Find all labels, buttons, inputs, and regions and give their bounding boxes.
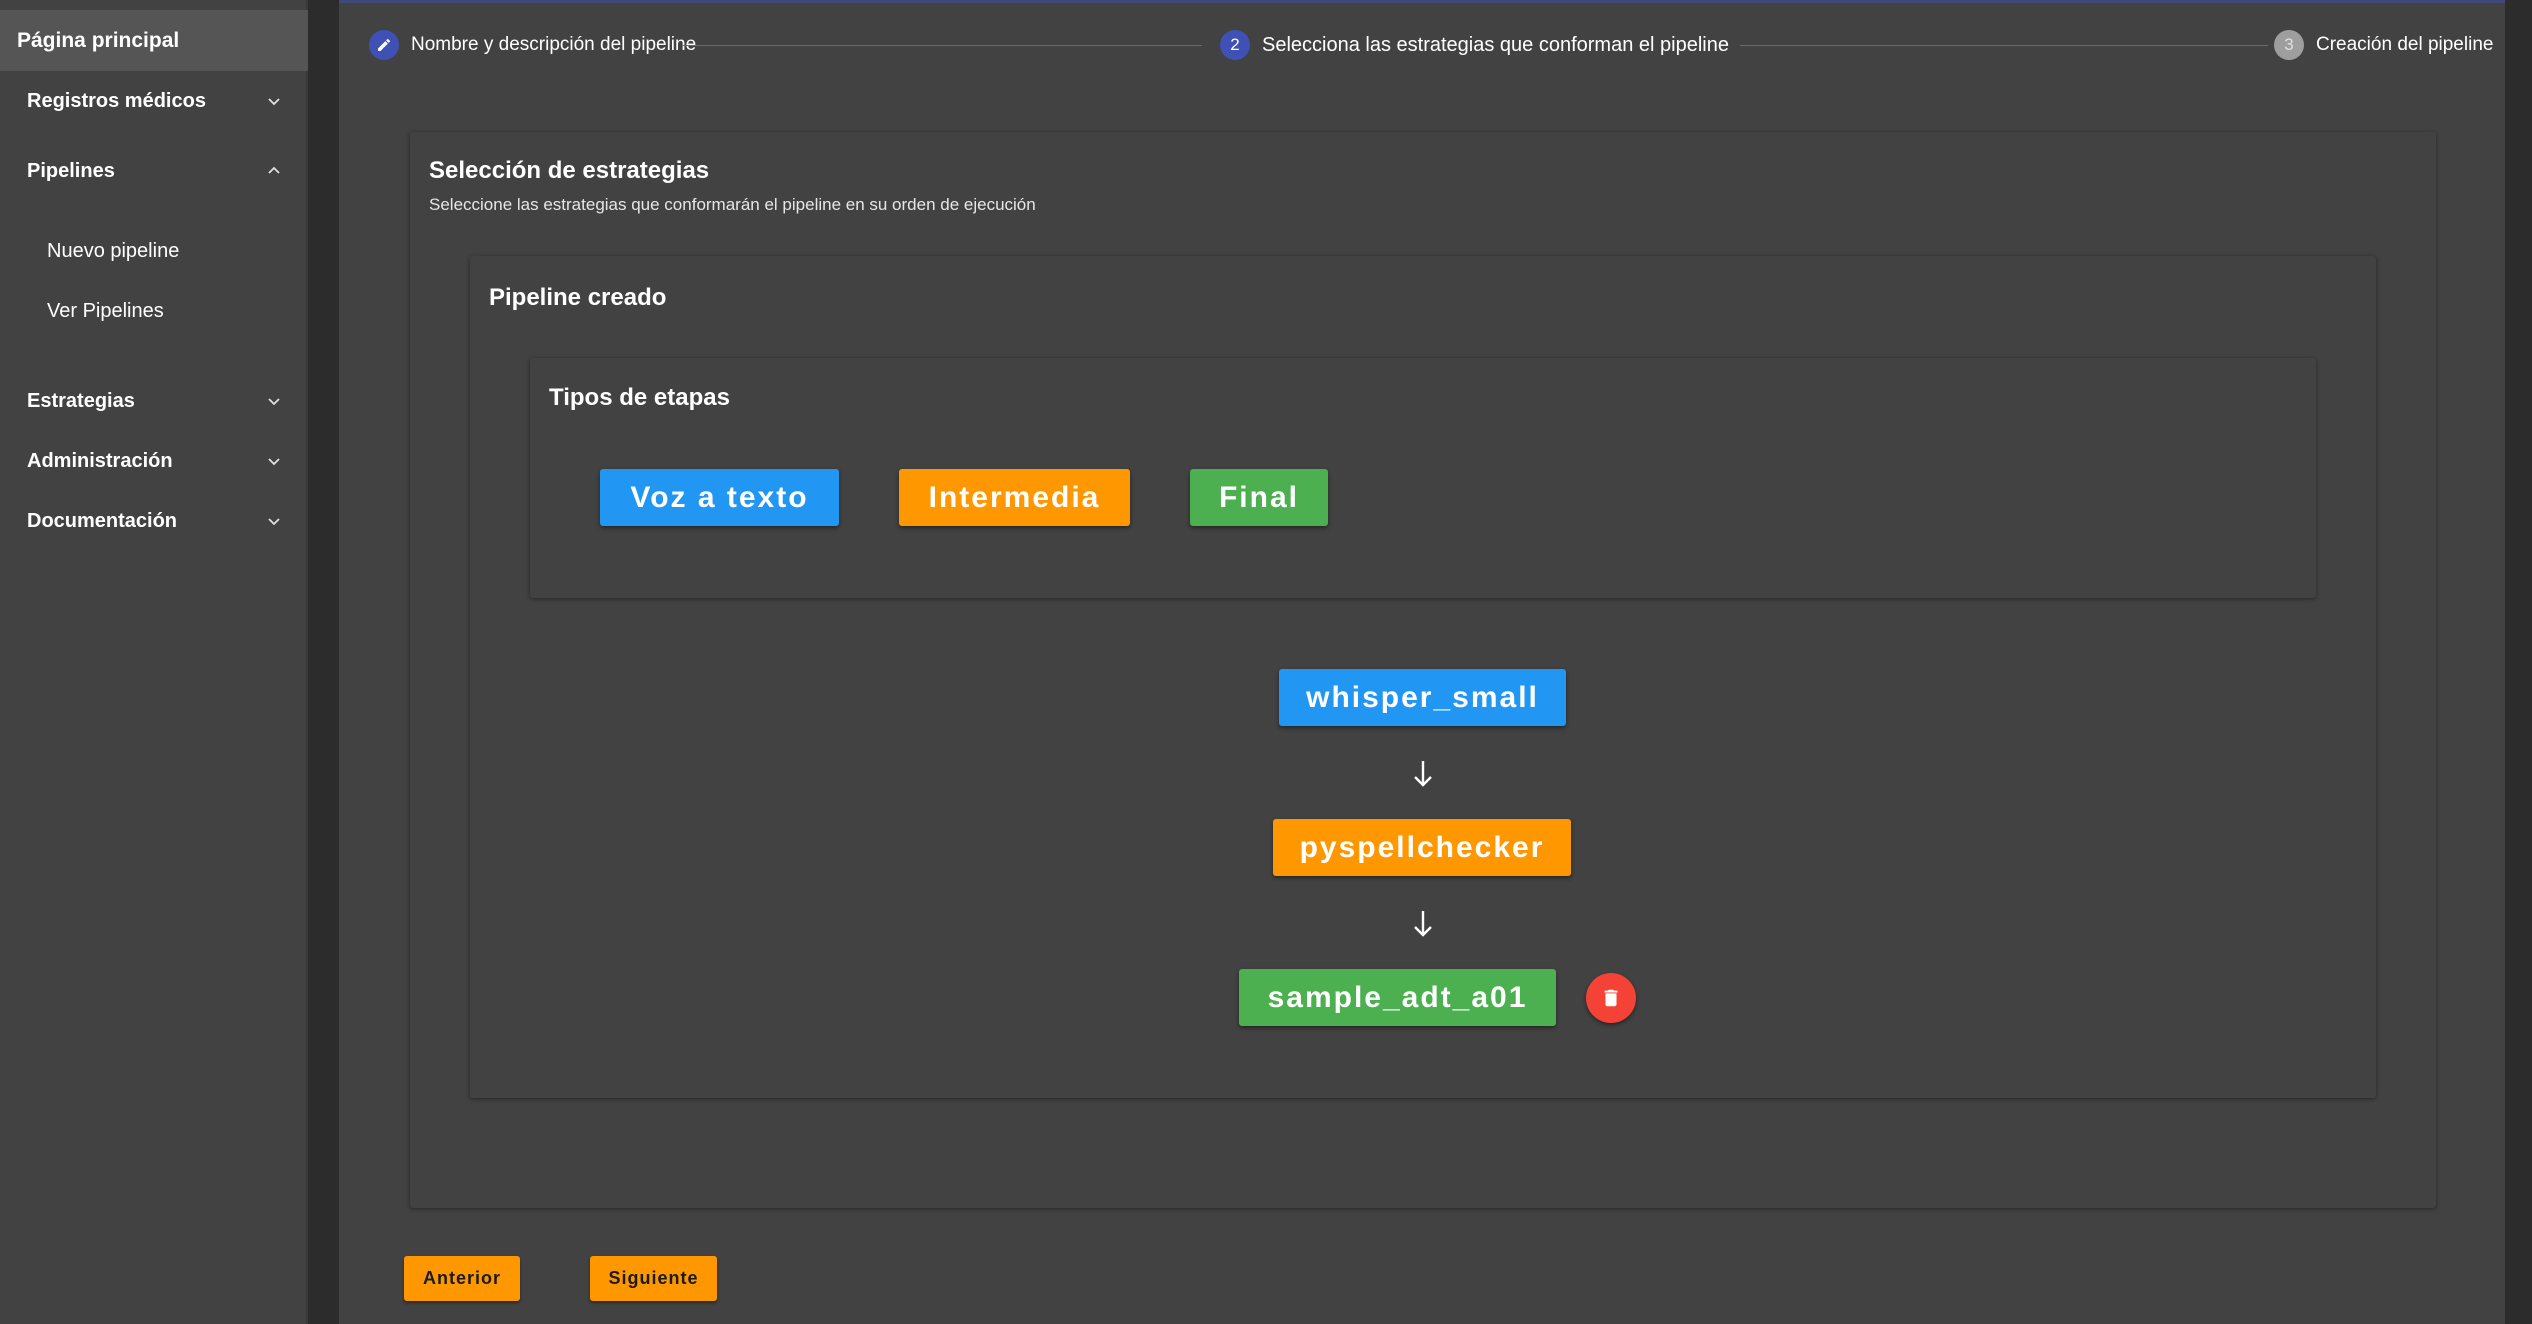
- edit-icon: [369, 30, 399, 60]
- sidebar-item-administracion[interactable]: Administración: [0, 436, 308, 486]
- chevron-down-icon: [268, 398, 280, 406]
- step-connector: [1740, 45, 2268, 46]
- sidebar-item-label: Estrategias: [27, 389, 135, 412]
- page-title: Selección de estrategias: [429, 157, 710, 184]
- step-number: 2: [1220, 30, 1250, 60]
- chevron-down-icon: [268, 458, 280, 466]
- stage-type-final[interactable]: Final: [1190, 469, 1328, 526]
- sidebar-item-estrategias[interactable]: Estrategias: [0, 376, 308, 426]
- page-subtitle: Seleccione las estrategias que conformar…: [429, 195, 1036, 214]
- sidebar-item-pipelines[interactable]: Pipelines: [0, 146, 308, 196]
- step-2[interactable]: 2 Selecciona las estrategias que conform…: [1220, 30, 1729, 60]
- sidebar-home-link[interactable]: Página principal: [0, 10, 308, 71]
- down-arrow-icon: [1414, 911, 1432, 937]
- delete-step-button[interactable]: [1586, 973, 1636, 1023]
- stage-types-title: Tipos de etapas: [549, 384, 730, 411]
- next-button[interactable]: Siguiente: [590, 1256, 717, 1301]
- step-label: Selecciona las estrategias que conforman…: [1262, 33, 1729, 56]
- sidebar-item-registros-medicos[interactable]: Registros médicos: [0, 76, 308, 126]
- sidebar-subitem-nuevo-pipeline[interactable]: Nuevo pipeline: [0, 228, 308, 274]
- pipeline-title: Pipeline creado: [489, 284, 667, 311]
- stage-type-voz-a-texto[interactable]: Voz a texto: [600, 469, 839, 526]
- step-number: 3: [2274, 30, 2304, 60]
- sidebar-subitem-ver-pipelines[interactable]: Ver Pipelines: [0, 288, 308, 334]
- down-arrow-icon: [1414, 761, 1432, 787]
- pipeline-step[interactable]: sample_adt_a01: [1239, 969, 1556, 1026]
- pipeline-step[interactable]: pyspellchecker: [1273, 819, 1571, 876]
- pipeline-step[interactable]: whisper_small: [1279, 669, 1566, 726]
- sidebar-item-label: Pipelines: [27, 159, 115, 182]
- trash-icon: [1604, 989, 1618, 1007]
- top-accent-line: [339, 0, 2505, 3]
- sidebar: Página principal Registros médicos Pipel…: [0, 0, 308, 1324]
- step-1[interactable]: Nombre y descripción del pipeline: [369, 30, 696, 60]
- step-connector: [682, 45, 1202, 46]
- sidebar-item-label: Registros médicos: [27, 89, 206, 112]
- step-3[interactable]: 3 Creación del pipeline: [2274, 30, 2493, 60]
- chevron-down-icon: [268, 518, 280, 526]
- step-label: Creación del pipeline: [2316, 34, 2494, 55]
- chevron-up-icon: [268, 166, 280, 174]
- back-button[interactable]: Anterior: [404, 1256, 520, 1301]
- chevron-down-icon: [268, 98, 280, 106]
- step-label: Nombre y descripción del pipeline: [411, 34, 697, 55]
- stage-type-intermedia[interactable]: Intermedia: [899, 469, 1130, 526]
- sidebar-item-documentacion[interactable]: Documentación: [0, 496, 308, 546]
- sidebar-item-label: Administración: [27, 449, 173, 472]
- sidebar-item-label: Documentación: [27, 509, 178, 532]
